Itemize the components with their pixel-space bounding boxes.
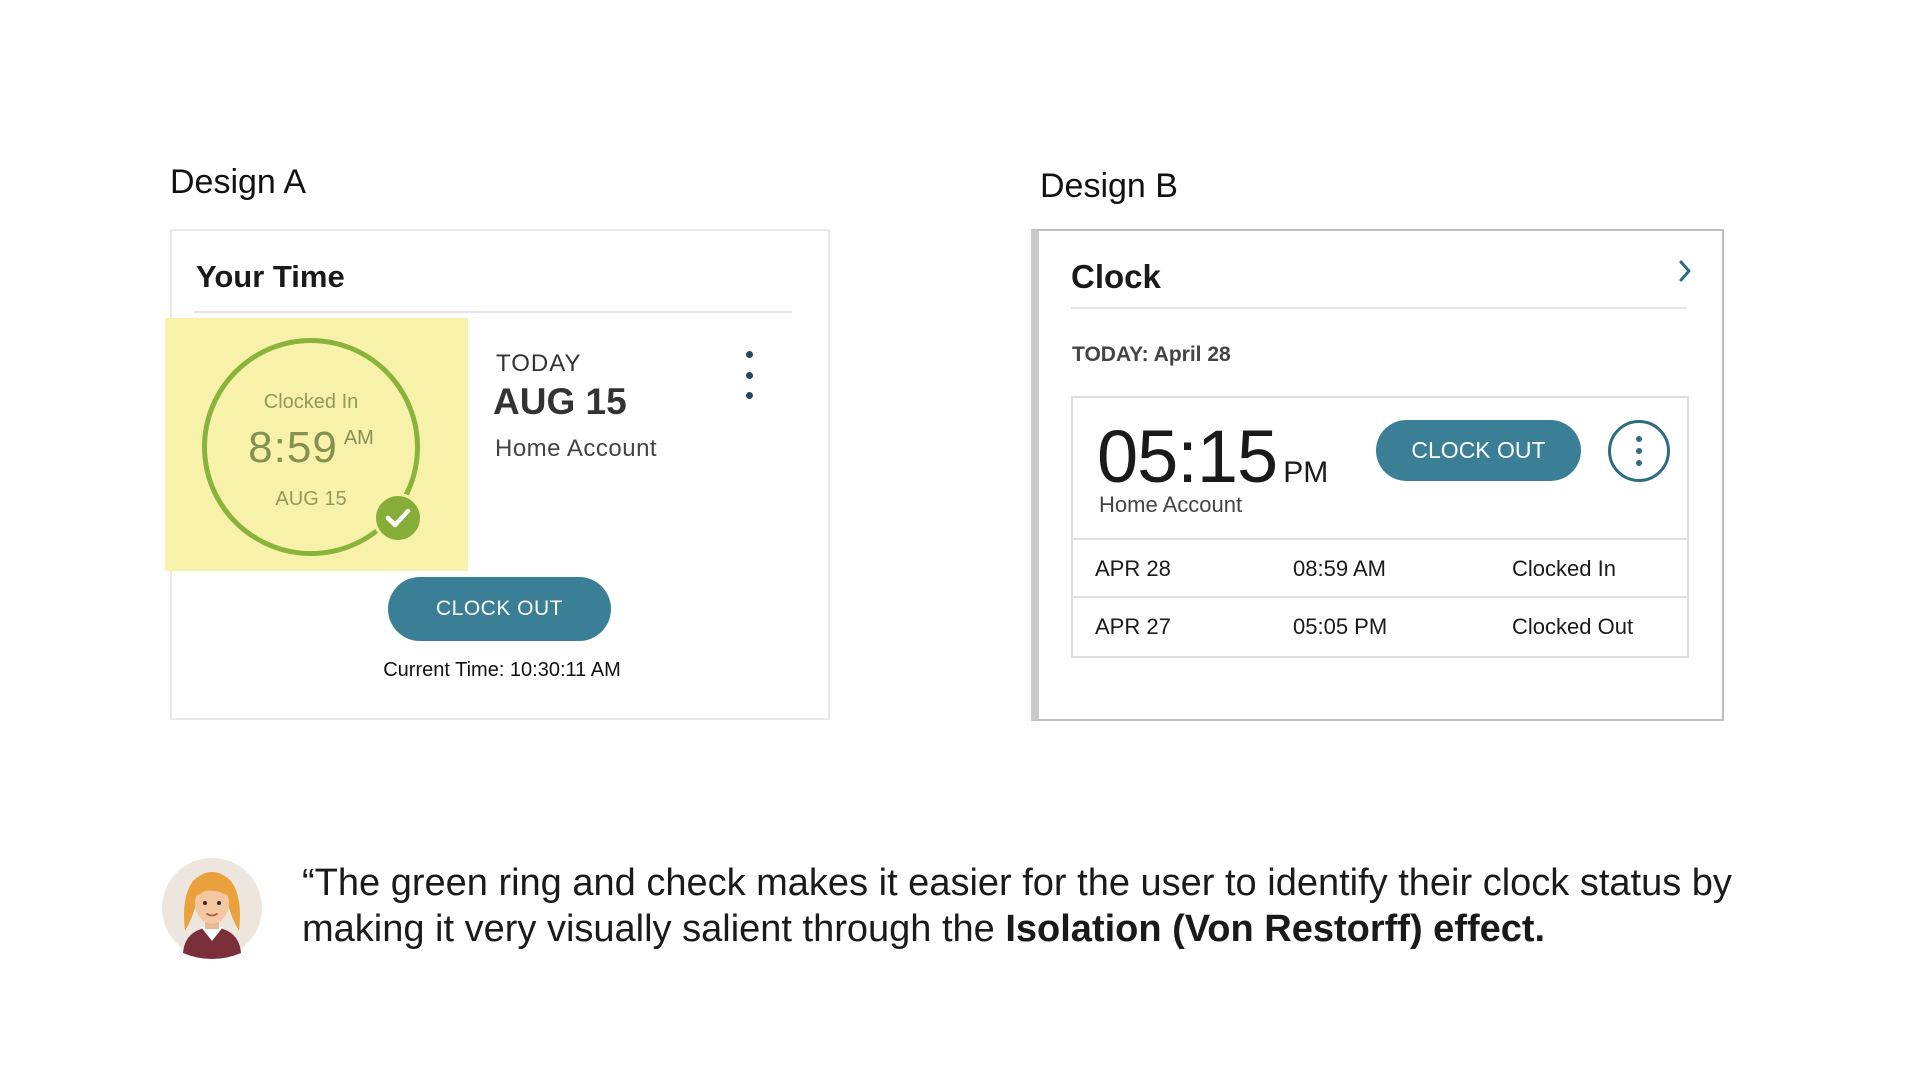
check-icon — [373, 493, 423, 543]
table-row: APR 28 08:59 AM Clocked In — [1073, 538, 1687, 596]
card-title: Clock — [1071, 258, 1161, 295]
title-divider — [194, 311, 792, 313]
clock-ampm: PM — [1283, 456, 1329, 489]
research-quote: “The green ring and check makes it easie… — [302, 860, 1762, 952]
row-status: Clocked In — [1512, 556, 1616, 581]
clock-panel: 05:15 PM Home Account CLOCK OUT APR 28 08… — [1071, 396, 1689, 658]
clock-out-button[interactable]: CLOCK OUT — [388, 577, 611, 641]
design-b-card: Clock TODAY: April 28 05:15 PM Home Accou… — [1031, 229, 1724, 721]
more-vertical-icon[interactable] — [739, 351, 759, 399]
chevron-right-icon[interactable] — [1675, 256, 1695, 286]
account-name: Home Account — [495, 435, 658, 462]
clock-in-time-value: 8:59 — [248, 423, 338, 472]
row-status: Clocked Out — [1512, 614, 1634, 639]
today-label: TODAY: April 28 — [1072, 343, 1231, 366]
row-date: APR 28 — [1095, 556, 1171, 581]
user-avatar — [162, 858, 262, 959]
today-date: AUG 15 — [493, 381, 627, 422]
quote-emphasis: Isolation (Von Restorff) effect. — [1005, 908, 1546, 950]
row-date: APR 27 — [1095, 614, 1171, 639]
clock-status-label: Clocked In — [263, 391, 359, 413]
design-b-heading: Design B — [1040, 167, 1178, 205]
clock-out-button[interactable]: CLOCK OUT — [1376, 420, 1581, 481]
today-label: TODAY — [496, 350, 582, 377]
current-time: Current Time: 10:30:11 AM — [383, 659, 621, 681]
clock-in-ampm: AM — [343, 427, 374, 449]
row-time: 05:05 PM — [1293, 614, 1388, 639]
clock-in-time: 8:59 AM — [207, 423, 415, 473]
design-a-card: Your Time Clocked In 8:59 AM AUG 15 TODAY… — [165, 229, 830, 720]
table-row: APR 27 05:05 PM Clocked Out — [1073, 596, 1687, 654]
card-title: Your Time — [196, 259, 345, 294]
more-vertical-icon[interactable] — [1608, 420, 1670, 482]
title-divider — [1071, 307, 1687, 309]
row-time: 08:59 AM — [1293, 556, 1386, 581]
clock-time-value: 05:15 — [1097, 415, 1278, 498]
design-a-heading: Design A — [170, 163, 307, 201]
current-clock-time: 05:15 PM — [1097, 414, 1328, 499]
account-name: Home Account — [1099, 492, 1243, 517]
